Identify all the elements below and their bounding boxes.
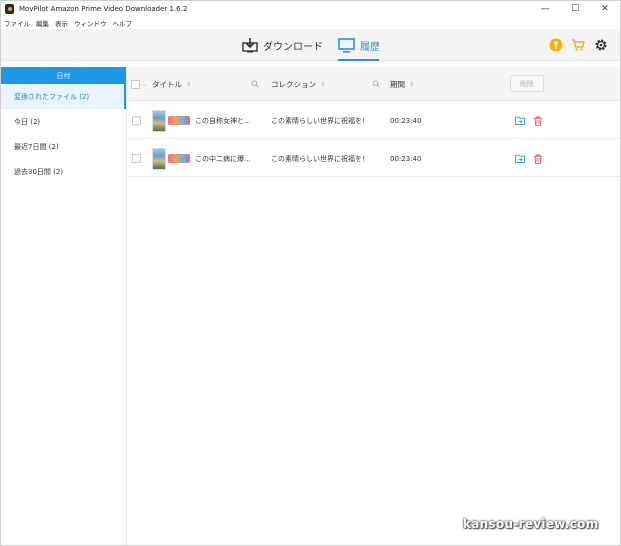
- column-duration-label: 期間: [390, 79, 405, 89]
- open-folder-icon[interactable]: [515, 102, 525, 139]
- menu-help[interactable]: ヘルプ: [113, 18, 133, 28]
- video-thumbnail: [152, 147, 190, 170]
- window-title: MovPilot Amazon Prime Video Downloader 1…: [19, 5, 188, 13]
- row-duration: 00:23:40: [390, 116, 422, 125]
- menu-window[interactable]: ウィンドウ: [74, 18, 107, 28]
- sort-icon[interactable]: ⇕: [320, 81, 325, 88]
- active-tab-indicator: [338, 59, 379, 61]
- trash-icon[interactable]: [533, 140, 543, 177]
- select-all-cell: ⌄: [131, 67, 147, 101]
- app-window: MovPilot Amazon Prime Video Downloader 1…: [0, 0, 621, 546]
- monitor-icon: [338, 37, 355, 53]
- table-header: ⌄ タイトル ⇕ コレクション ⇕ 期間 ⇕ 削除: [128, 67, 620, 101]
- top-nav: ダウンロード 履歴: [1, 29, 620, 61]
- select-all-checkbox[interactable]: [131, 79, 140, 89]
- series-logo-image: [168, 154, 190, 163]
- close-button[interactable]: ✕: [590, 1, 620, 17]
- row-title: この中二病に爆...: [195, 154, 251, 163]
- maximize-button[interactable]: ☐: [560, 1, 590, 17]
- column-collection-label: コレクション: [271, 79, 316, 89]
- tab-history-label: 履歴: [360, 41, 380, 53]
- row-select-cell: [132, 102, 141, 139]
- minimize-button[interactable]: —: [530, 1, 560, 17]
- row-title: この自称女神と...: [195, 116, 251, 125]
- column-collection[interactable]: コレクション ⇕: [271, 67, 325, 101]
- thumbnail-cell: [152, 102, 190, 139]
- menu-edit[interactable]: 編集: [36, 18, 49, 28]
- sidebar-item-today[interactable]: 今日 (2): [1, 109, 126, 134]
- menu-file[interactable]: ファイル: [4, 18, 30, 28]
- menu-view[interactable]: 表示: [55, 18, 68, 28]
- video-thumbnail: [152, 109, 190, 132]
- row-collection: この素晴らしい世界に祝福を！: [271, 154, 369, 163]
- sort-icon[interactable]: ⇕: [409, 81, 414, 88]
- download-icon: [242, 38, 258, 53]
- table-row[interactable]: この自称女神と... この素晴らしい世界に祝福を！ 00:23:40: [128, 102, 620, 139]
- key-icon[interactable]: [548, 37, 563, 52]
- column-title[interactable]: タイトル ⇕: [152, 67, 191, 101]
- sidebar-item-converted-files[interactable]: 変換されたファイル (2): [1, 84, 126, 109]
- window-controls: — ☐ ✕: [530, 1, 620, 17]
- series-logo-image: [168, 116, 190, 125]
- cart-icon[interactable]: [570, 37, 585, 52]
- sidebar-item-last-7-days[interactable]: 最近7日間 (2): [1, 134, 126, 159]
- watermark-text: kansou-review.com: [463, 517, 599, 531]
- sidebar: 日付 変換されたファイル (2) 今日 (2) 最近7日間 (2) 過去30日間…: [1, 67, 127, 545]
- sort-icon[interactable]: ⇕: [186, 81, 191, 88]
- row-checkbox[interactable]: [132, 116, 141, 125]
- sidebar-header: 日付: [1, 67, 126, 84]
- tab-download[interactable]: ダウンロード: [242, 29, 323, 61]
- column-title-label: タイトル: [152, 79, 182, 89]
- search-icon[interactable]: [251, 80, 259, 88]
- title-bar: MovPilot Amazon Prime Video Downloader 1…: [1, 1, 620, 17]
- row-select-cell: [132, 140, 141, 177]
- open-folder-icon[interactable]: [515, 140, 525, 177]
- search-icon[interactable]: [372, 80, 380, 88]
- app-logo-icon: [5, 4, 14, 14]
- thumbnail-cell: [152, 140, 190, 177]
- table-row[interactable]: この中二病に爆... この素晴らしい世界に祝福を！ 00:23:40: [128, 140, 620, 177]
- row-duration: 00:23:40: [390, 154, 422, 163]
- gear-icon[interactable]: [593, 37, 608, 52]
- tab-download-label: ダウンロード: [263, 41, 323, 53]
- poster-image: [152, 147, 166, 170]
- row-checkbox[interactable]: [132, 154, 141, 163]
- delete-button[interactable]: 削除: [510, 75, 544, 92]
- column-duration[interactable]: 期間 ⇕: [390, 67, 414, 101]
- sidebar-item-last-30-days[interactable]: 過去30日間 (2): [1, 159, 126, 184]
- tab-history[interactable]: 履歴: [338, 29, 380, 61]
- poster-image: [152, 109, 166, 132]
- chevron-down-icon[interactable]: ⌄: [142, 81, 147, 88]
- history-panel: ⌄ タイトル ⇕ コレクション ⇕ 期間 ⇕ 削除 この自称女神と... この素…: [128, 67, 620, 545]
- row-collection: この素晴らしい世界に祝福を！: [271, 116, 369, 125]
- trash-icon[interactable]: [533, 102, 543, 139]
- menu-bar: ファイル 編集 表示 ウィンドウ ヘルプ: [1, 17, 620, 29]
